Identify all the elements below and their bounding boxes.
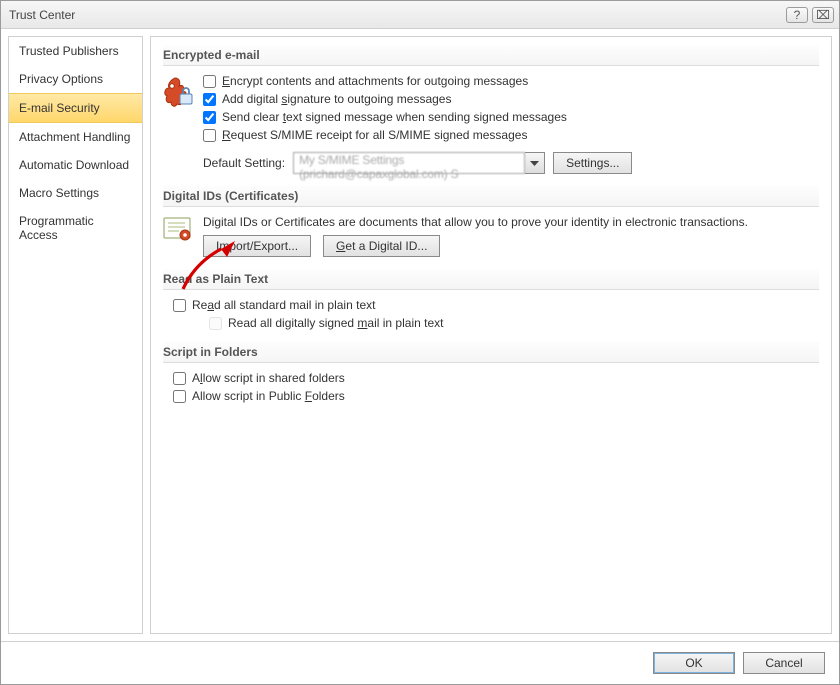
checkbox-label: Add digital signature to outgoing messag…	[222, 92, 451, 106]
window-title: Trust Center	[9, 8, 782, 22]
help-button[interactable]: ?	[786, 7, 808, 23]
default-setting-value: My S/MIME Settings (prichard@capaxglobal…	[293, 152, 525, 174]
sidebar: Trusted Publishers Privacy Options E-mai…	[8, 36, 143, 634]
settings-button[interactable]: Settings...	[553, 152, 632, 174]
checkbox-input	[209, 317, 222, 330]
trust-center-dialog: Trust Center ? ⌧ Trusted Publishers Priv…	[0, 0, 840, 685]
sidebar-item-trusted-publishers[interactable]: Trusted Publishers	[9, 37, 142, 65]
checkbox-input[interactable]	[173, 299, 186, 312]
checkbox-input[interactable]	[203, 93, 216, 106]
cancel-button[interactable]: Cancel	[743, 652, 825, 674]
checkbox-label: Read all standard mail in plain text	[192, 298, 375, 312]
checkbox-encrypt-contents[interactable]: Encrypt contents and attachments for out…	[203, 74, 632, 88]
digital-ids-description: Digital IDs or Certificates are document…	[203, 215, 819, 229]
sidebar-item-macro-settings[interactable]: Macro Settings	[9, 179, 142, 207]
section-script-folders: Script in Folders Allow script in shared…	[163, 342, 819, 403]
section-heading: Script in Folders	[163, 342, 819, 363]
checkbox-input[interactable]	[173, 390, 186, 403]
section-heading: Encrypted e-mail	[163, 45, 819, 66]
checkbox-input[interactable]	[203, 111, 216, 124]
sidebar-item-privacy-options[interactable]: Privacy Options	[9, 65, 142, 93]
dropdown-button[interactable]	[525, 152, 545, 174]
section-digital-ids: Digital IDs (Certificates) Dig	[163, 186, 819, 257]
sidebar-item-automatic-download[interactable]: Automatic Download	[9, 151, 142, 179]
content-pane: Encrypted e-mail Encrypt conte	[150, 36, 832, 634]
sidebar-item-email-security[interactable]: E-mail Security	[9, 93, 142, 123]
certificate-icon	[163, 215, 193, 243]
checkbox-label: Allow script in shared folders	[192, 371, 345, 385]
checkbox-label: Send clear text signed message when send…	[222, 110, 567, 124]
checkbox-label: Request S/MIME receipt for all S/MIME si…	[222, 128, 527, 142]
checkbox-add-signature[interactable]: Add digital signature to outgoing messag…	[203, 92, 632, 106]
checkbox-script-public[interactable]: Allow script in Public Folders	[173, 389, 819, 403]
checkbox-request-receipt[interactable]: Request S/MIME receipt for all S/MIME si…	[203, 128, 632, 142]
checkbox-script-shared[interactable]: Allow script in shared folders	[173, 371, 819, 385]
checkbox-input[interactable]	[203, 75, 216, 88]
checkbox-label: Allow script in Public Folders	[192, 389, 345, 403]
dialog-footer: OK Cancel	[1, 641, 839, 684]
get-digital-id-button[interactable]: Get a Digital ID...	[323, 235, 440, 257]
checkbox-read-all-plain[interactable]: Read all standard mail in plain text	[173, 298, 819, 312]
checkbox-input[interactable]	[203, 129, 216, 142]
section-heading: Read as Plain Text	[163, 269, 819, 290]
titlebar: Trust Center ? ⌧	[1, 1, 839, 29]
checkbox-send-cleartext[interactable]: Send clear text signed message when send…	[203, 110, 632, 124]
import-export-button[interactable]: Import/Export...	[203, 235, 311, 257]
checkbox-input[interactable]	[173, 372, 186, 385]
sidebar-item-programmatic-access[interactable]: Programmatic Access	[9, 207, 142, 249]
checkbox-label: Encrypt contents and attachments for out…	[222, 74, 528, 88]
checkbox-label: Read all digitally signed mail in plain …	[228, 316, 443, 330]
checkbox-read-signed-plain: Read all digitally signed mail in plain …	[209, 316, 819, 330]
chevron-down-icon	[530, 161, 539, 166]
default-setting-select[interactable]: My S/MIME Settings (prichard@capaxglobal…	[293, 152, 545, 174]
ok-button[interactable]: OK	[653, 652, 735, 674]
section-heading: Digital IDs (Certificates)	[163, 186, 819, 207]
close-button[interactable]: ⌧	[812, 7, 834, 23]
default-setting-label: Default Setting:	[203, 156, 285, 170]
sidebar-item-attachment-handling[interactable]: Attachment Handling	[9, 123, 142, 151]
section-read-plaintext: Read as Plain Text Read all standard mai…	[163, 269, 819, 330]
section-encrypted-email: Encrypted e-mail Encrypt conte	[163, 45, 819, 174]
ribbon-lock-icon	[163, 74, 193, 110]
